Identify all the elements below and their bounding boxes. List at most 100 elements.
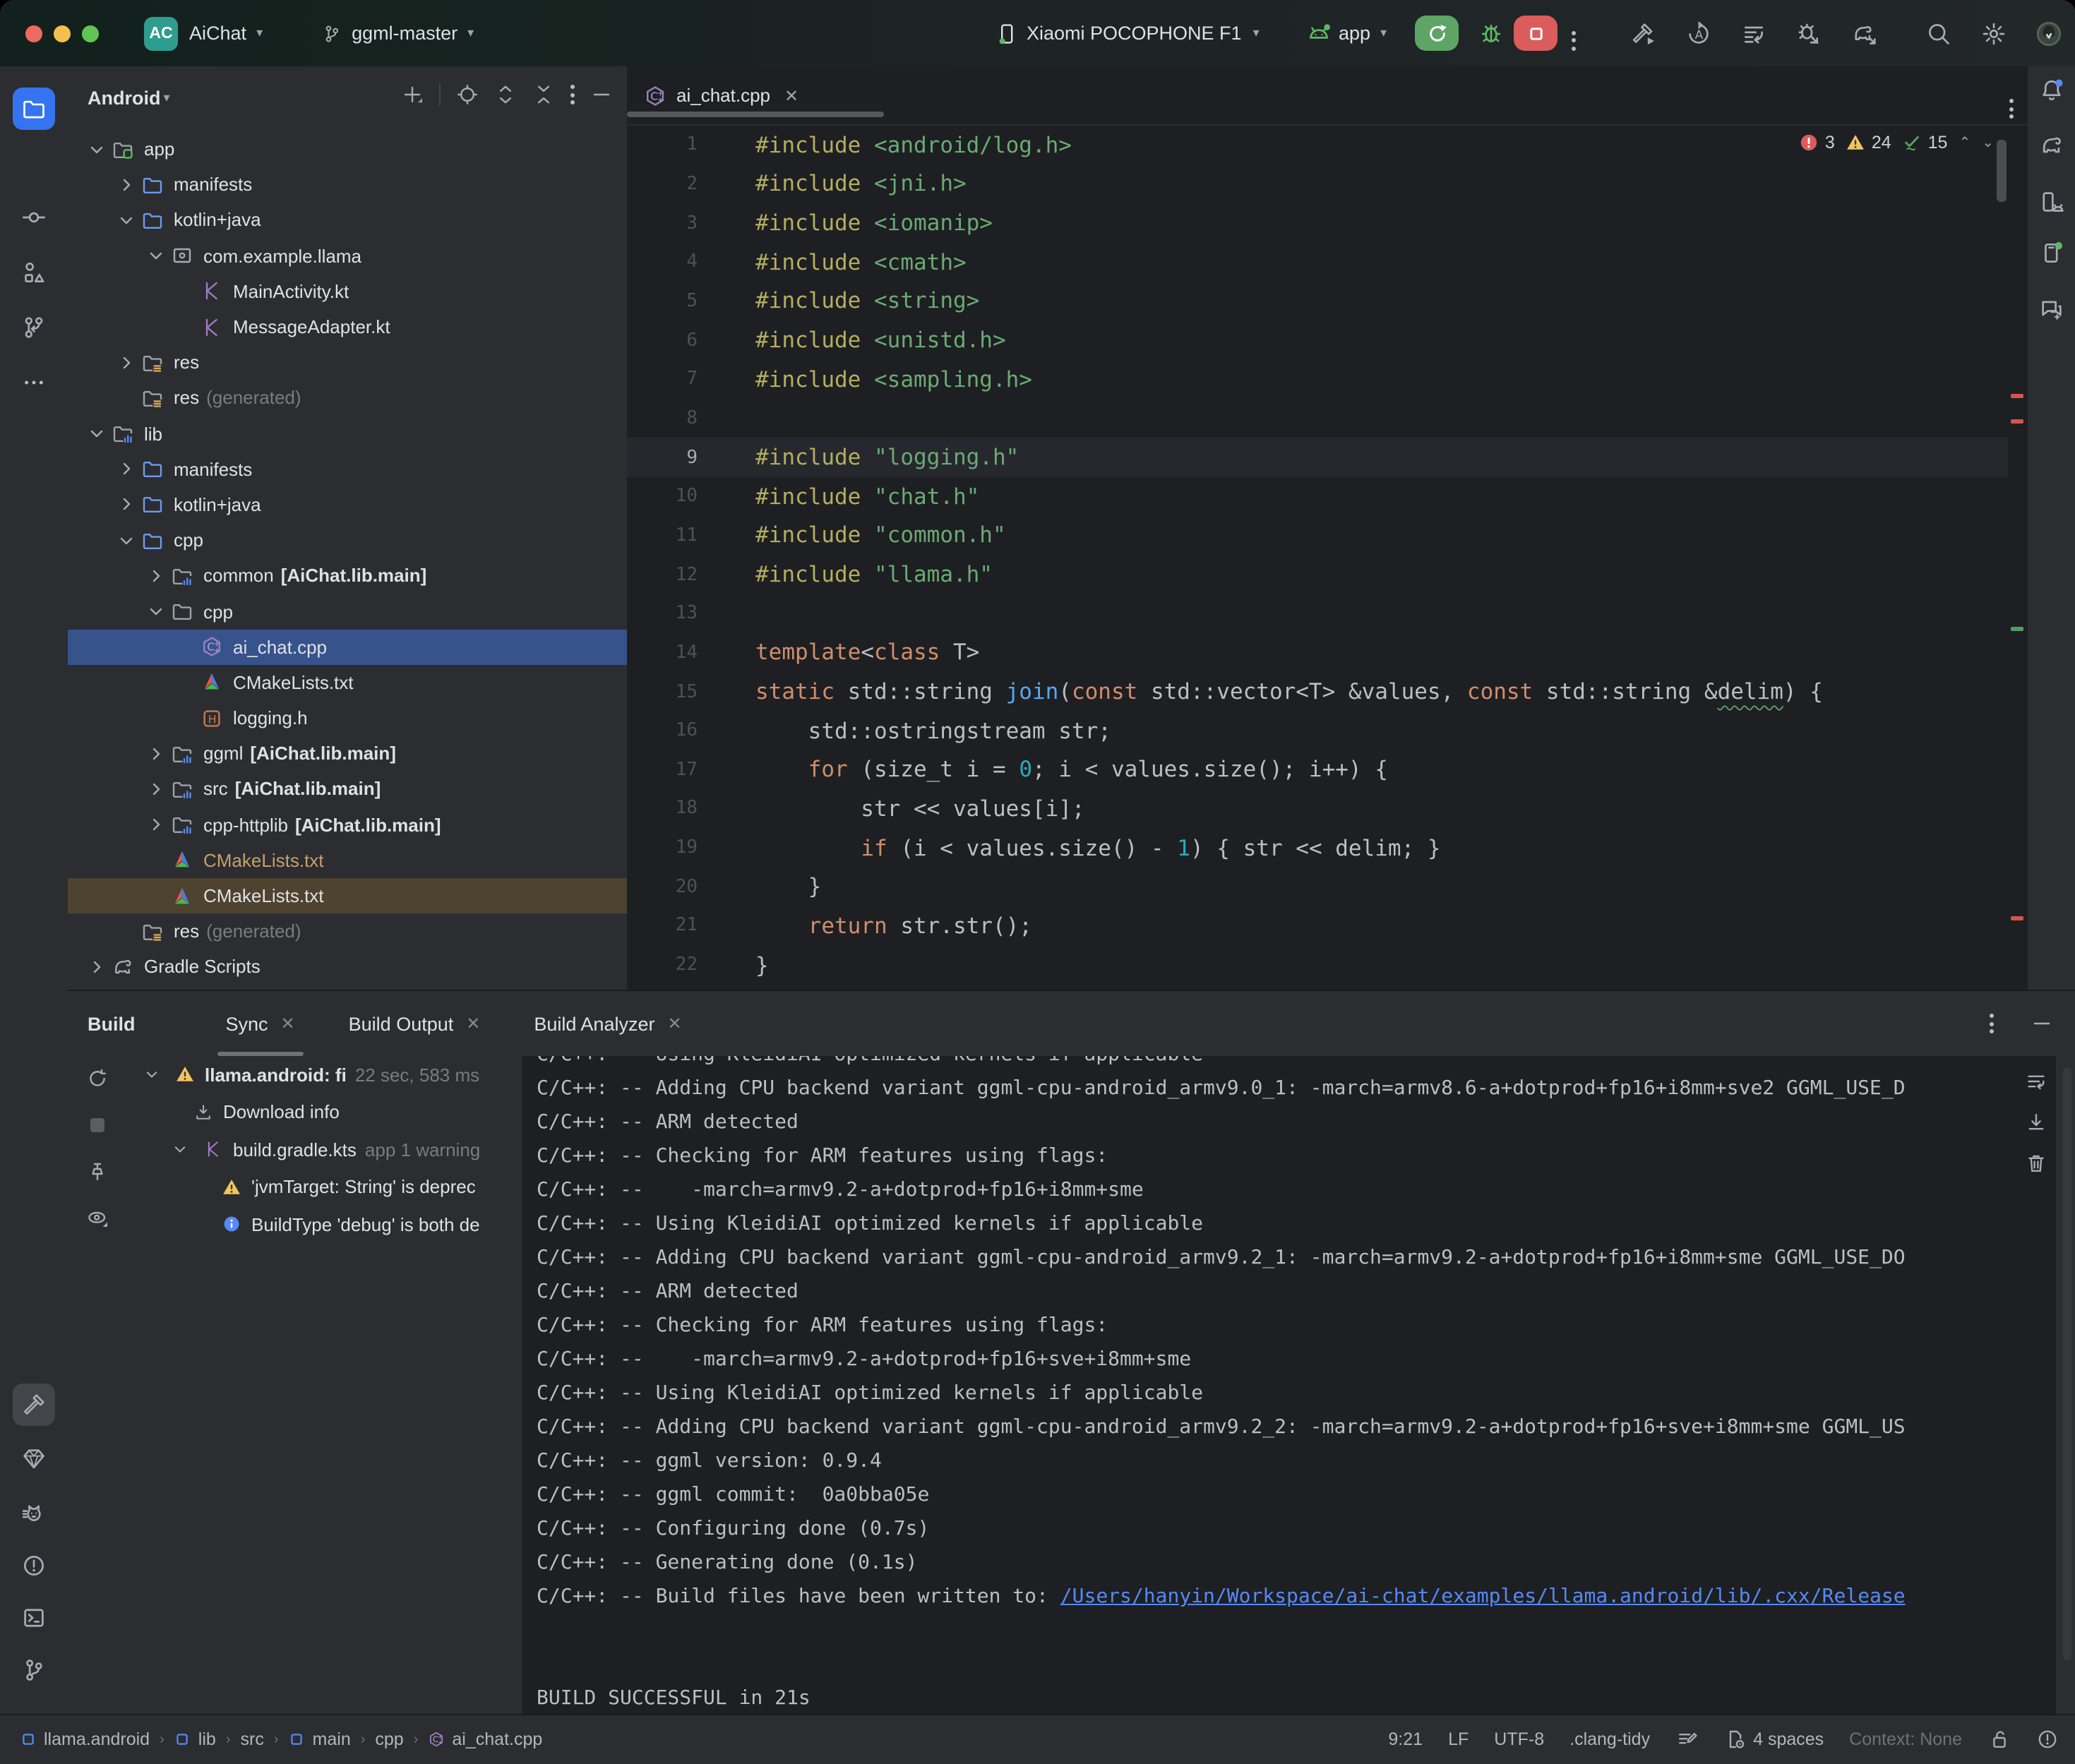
minimize-window-button[interactable] xyxy=(54,25,71,42)
tree-item-com-example-llama[interactable]: com.example.llama xyxy=(68,238,627,273)
unlock-icon[interactable] xyxy=(1987,1729,2010,1751)
panel-options-icon[interactable] xyxy=(570,85,575,104)
warning-count-group[interactable]: 24 xyxy=(1846,133,1891,152)
tree-item-cmakelists-txt[interactable]: CMakeLists.txt xyxy=(68,843,627,878)
gemini-tool-button[interactable] xyxy=(2031,289,2071,329)
code-line-11[interactable]: 11#include "common.h" xyxy=(627,516,2008,555)
build-tree-item[interactable]: build.gradle.ktsapp 1 warning xyxy=(127,1131,522,1168)
tree-item-cpp[interactable]: cpp xyxy=(68,522,627,558)
code-line-6[interactable]: 6#include <unistd.h> xyxy=(627,321,2008,360)
caret-position[interactable]: 9:21 xyxy=(1388,1730,1423,1750)
tree-item-cpp[interactable]: cpp xyxy=(68,594,627,629)
change-stripe-mark[interactable] xyxy=(2011,627,2023,631)
breadcrumb-item-src[interactable]: src xyxy=(241,1730,264,1750)
terminal-tool-button[interactable] xyxy=(13,1597,55,1639)
clang-tidy[interactable]: .clang-tidy xyxy=(1569,1730,1650,1750)
breadcrumb-item-ai-chat-cpp[interactable]: C++ai_chat.cpp xyxy=(428,1730,542,1750)
passed-count-group[interactable]: 15 xyxy=(1903,133,1948,152)
tree-item-manifests[interactable]: manifests xyxy=(68,451,627,486)
console-link[interactable]: /Users/hanyin/Workspace/ai-chat/examples… xyxy=(1060,1585,1906,1608)
build-console[interactable]: C/C++: -- Using KleidiAI optimized kerne… xyxy=(522,1056,2055,1717)
code-line-12[interactable]: 12#include "llama.h" xyxy=(627,555,2008,594)
code-line-9[interactable]: 9#include "logging.h" xyxy=(627,438,2008,477)
code-line-2[interactable]: 2#include <jni.h> xyxy=(627,164,2008,203)
tree-item-mainactivity-kt[interactable]: MainActivity.kt xyxy=(68,274,627,309)
hide-build-panel-icon[interactable] xyxy=(2030,1012,2052,1035)
code-line-8[interactable]: 8 xyxy=(627,399,2008,438)
more-run-actions-button[interactable] xyxy=(1572,16,1576,50)
tree-item-gradle-scripts[interactable]: Gradle Scripts xyxy=(68,949,627,985)
close-icon[interactable]: ✕ xyxy=(784,85,799,105)
error-stripe-mark[interactable] xyxy=(2011,916,2023,920)
gradle-tool-button[interactable] xyxy=(2031,126,2071,165)
tree-item-ai-chat-cpp[interactable]: C++ai_chat.cpp xyxy=(68,629,627,664)
build-tree-item[interactable]: Download info xyxy=(127,1093,522,1131)
build-project-button[interactable] xyxy=(1630,20,1656,46)
soft-wrap-icon[interactable] xyxy=(2024,1070,2047,1093)
debug-button[interactable] xyxy=(1469,16,1512,51)
code-line-21[interactable]: 21 return str.str(); xyxy=(627,906,2008,945)
next-problem-icon[interactable]: ⌄ xyxy=(1982,135,1994,150)
code-line-14[interactable]: 14template<class T> xyxy=(627,633,2008,672)
build-tab-build-output[interactable]: Build Output✕ xyxy=(332,991,498,1056)
add-icon[interactable] xyxy=(401,83,424,106)
profiler-button[interactable]: A xyxy=(1685,20,1711,46)
code-line-19[interactable]: 19 if (i < values.size() - 1) { str << d… xyxy=(627,829,2008,868)
tree-item-manifests[interactable]: manifests xyxy=(68,167,627,202)
code-line-22[interactable]: 22} xyxy=(627,946,2008,985)
horizontal-scrollbar[interactable] xyxy=(627,112,884,117)
code-line-4[interactable]: 4#include <cmath> xyxy=(627,243,2008,282)
stop-button[interactable] xyxy=(1514,16,1557,51)
code-line-17[interactable]: 17 for (size_t i = 0; i < values.size();… xyxy=(627,750,2008,789)
tab-options-button[interactable] xyxy=(2009,85,2014,119)
tree-item-kotlin-java[interactable]: kotlin+java xyxy=(68,487,627,522)
line-ending[interactable]: LF xyxy=(1448,1730,1469,1750)
pull-requests-tool-button[interactable] xyxy=(13,306,55,349)
inspections-widget[interactable]: 3 24 15 ⌃ ⌄ xyxy=(1800,133,1994,152)
commit-tool-button[interactable] xyxy=(13,196,55,239)
tree-item-res[interactable]: res(generated) xyxy=(68,380,627,416)
notifications-button[interactable] xyxy=(2031,71,2071,110)
tree-item-lib[interactable]: lib xyxy=(68,416,627,451)
hide-panel-icon[interactable] xyxy=(590,83,613,106)
running-devices-tool-button[interactable] xyxy=(2031,233,2071,272)
tree-item-kotlin-java[interactable]: kotlin+java xyxy=(68,203,627,238)
expand-all-icon[interactable] xyxy=(494,83,517,106)
close-icon[interactable]: ✕ xyxy=(668,1014,682,1033)
logcat-tool-button[interactable] xyxy=(13,1494,55,1536)
tree-item-cmakelists-txt[interactable]: CMakeLists.txt xyxy=(68,665,627,700)
code-line-13[interactable]: 13 xyxy=(627,594,2008,633)
run-configuration-selector[interactable]: app ▾ xyxy=(1306,20,1387,46)
branch-selector[interactable]: ggml-master ▾ xyxy=(322,23,474,44)
formatter-icon[interactable] xyxy=(1675,1729,1698,1751)
breadcrumb-item-cpp[interactable]: cpp xyxy=(375,1730,403,1750)
tree-item-logging-h[interactable]: Hlogging.h xyxy=(68,700,627,736)
tree-item-res[interactable]: res(generated) xyxy=(68,913,627,949)
tree-item-messageadapter-kt[interactable]: MessageAdapter.kt xyxy=(68,309,627,344)
device-manager-tool-button[interactable] xyxy=(2031,182,2071,222)
code-line-3[interactable]: 3#include <iomanip> xyxy=(627,204,2008,243)
filter-eye-icon[interactable] xyxy=(86,1207,109,1230)
stop-sync-icon[interactable] xyxy=(86,1114,109,1136)
tree-item-app[interactable]: app xyxy=(68,131,627,167)
structure-tool-button[interactable] xyxy=(13,251,55,294)
tree-item-cmakelists-txt[interactable]: CMakeLists.txt xyxy=(68,878,627,913)
tree-item-common[interactable]: common[AiChat.lib.main] xyxy=(68,558,627,594)
project-tool-button[interactable] xyxy=(13,88,55,130)
code-line-15[interactable]: 15static std::string join(const std::vec… xyxy=(627,672,2008,711)
code-area[interactable]: 1#include <android/log.h>2#include <jni.… xyxy=(627,126,2008,990)
build-analyzer-tasks-button[interactable] xyxy=(1740,20,1766,46)
file-encoding[interactable]: UTF-8 xyxy=(1494,1730,1544,1750)
tree-item-ggml[interactable]: ggml[AiChat.lib.main] xyxy=(68,736,627,771)
inspection-status-icon[interactable] xyxy=(2035,1729,2058,1751)
tree-item-src[interactable]: src[AiChat.lib.main] xyxy=(68,772,627,807)
search-everywhere-button[interactable] xyxy=(1925,20,1951,46)
collapse-all-icon[interactable] xyxy=(532,83,555,106)
code-line-23[interactable]: 23 xyxy=(627,985,2008,990)
user-avatar[interactable] xyxy=(2035,20,2061,46)
breadcrumb-item-main[interactable]: main xyxy=(289,1730,351,1750)
problems-tool-button[interactable] xyxy=(13,1544,55,1587)
refresh-sync-icon[interactable] xyxy=(86,1067,109,1090)
console-scrollbar[interactable] xyxy=(2062,1067,2071,1660)
error-stripe[interactable] xyxy=(2008,126,2028,990)
